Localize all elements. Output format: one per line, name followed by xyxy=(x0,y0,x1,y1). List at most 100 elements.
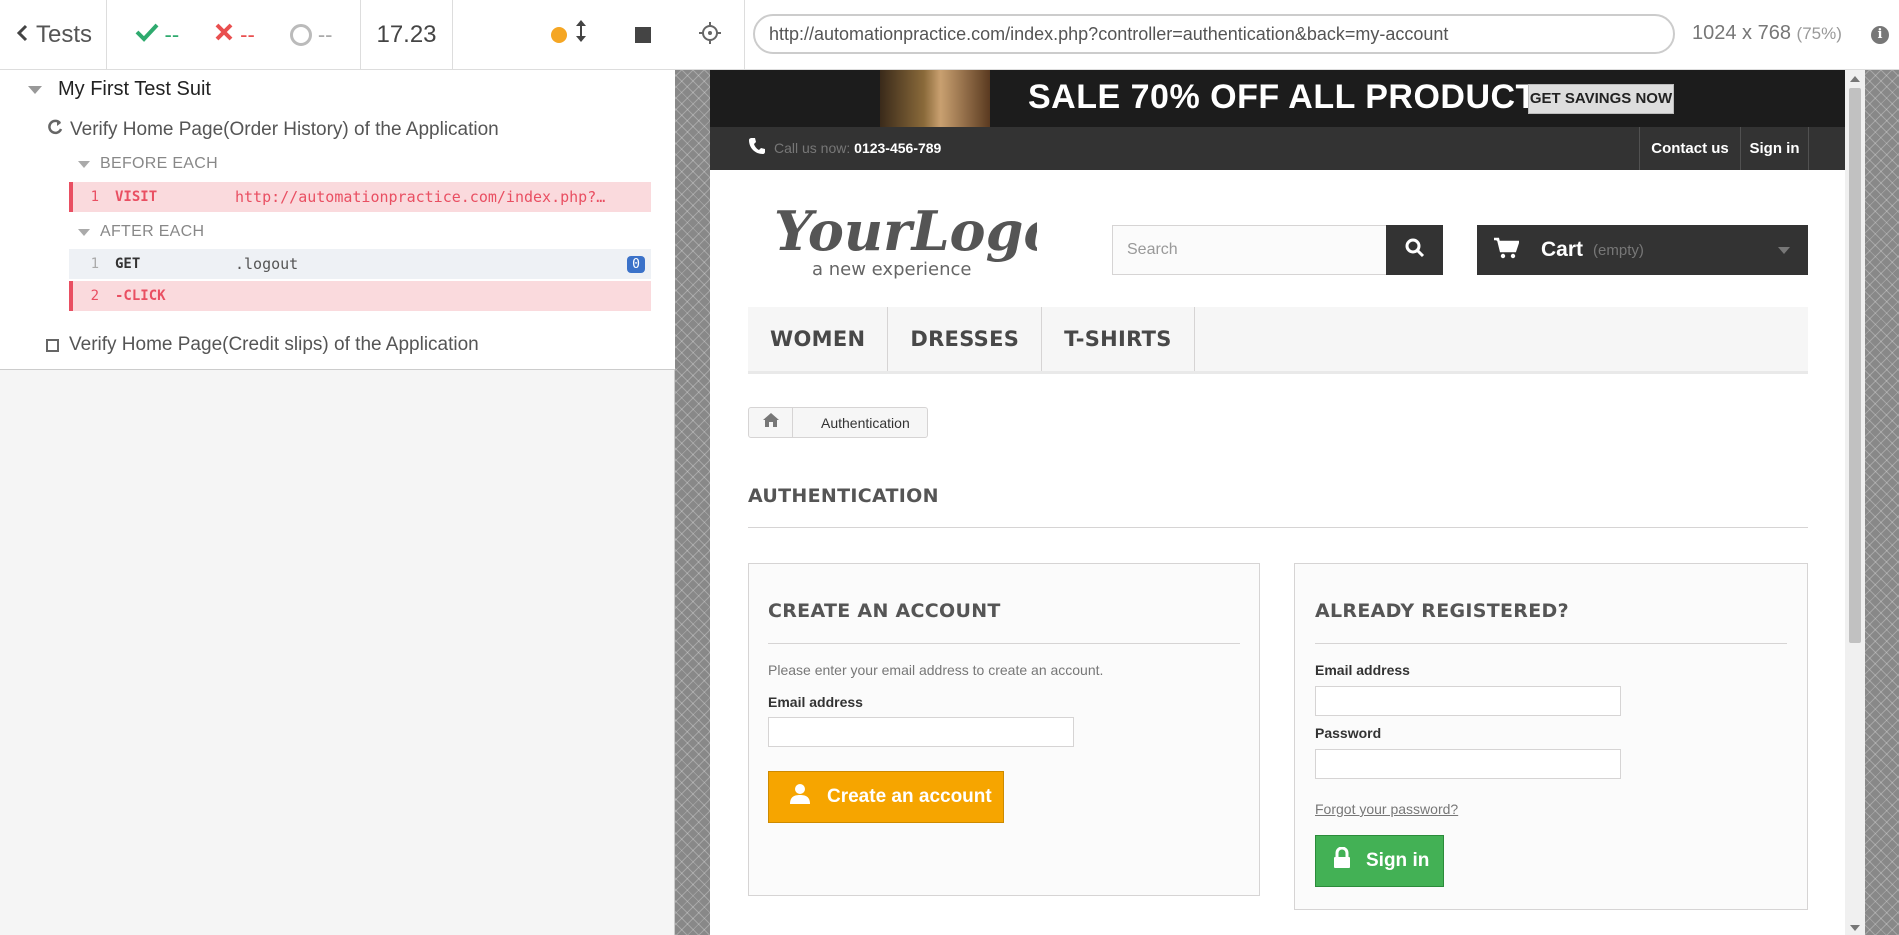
cross-icon xyxy=(214,22,234,48)
menu-item-tshirts[interactable]: T-SHIRTS xyxy=(1042,307,1195,371)
login-email-field[interactable] xyxy=(1315,686,1621,716)
email-label: Email address xyxy=(1315,662,1410,678)
collapse-caret-icon xyxy=(28,85,42,94)
create-account-button-label: Create an account xyxy=(827,786,992,807)
suite-title-text: My First Test Suit xyxy=(58,78,211,100)
phone-icon xyxy=(748,137,766,161)
call-us: Call us now: 0123-456-789 xyxy=(774,140,941,156)
cart-status: (empty) xyxy=(1593,241,1644,259)
sign-in-button-label: Sign in xyxy=(1366,850,1430,871)
duration: 17.23 xyxy=(361,0,453,69)
already-registered-title: ALREADY REGISTERED? xyxy=(1315,600,1569,622)
viewport-size: 1024 x 768 (75%) xyxy=(1692,22,1842,45)
divider xyxy=(748,527,1808,528)
auto-scroll-toggle-icon[interactable] xyxy=(575,19,587,50)
test-title-running[interactable]: Verify Home Page(Order History) of the A… xyxy=(46,118,499,142)
app-under-test-frame: SALE 70% OFF ALL PRODUCTS GET SAVINGS NO… xyxy=(710,70,1845,935)
logo-text: YourLogo xyxy=(774,199,1037,263)
pending-circle-icon xyxy=(289,23,312,46)
after-each-hook[interactable]: AFTER EACH xyxy=(78,223,204,241)
phone-number: 0123-456-789 xyxy=(854,140,942,156)
search-input[interactable]: Search xyxy=(1112,225,1388,275)
element-count-badge: 0 xyxy=(627,255,645,273)
crosshair-icon xyxy=(698,21,722,50)
failed-count: -- xyxy=(240,21,255,47)
test-title-pending[interactable]: Verify Home Page(Credit slips) of the Ap… xyxy=(46,334,479,356)
menu-item-dresses[interactable]: DRESSES xyxy=(888,307,1043,371)
stop-button[interactable] xyxy=(635,26,651,43)
scrollbar-thumb[interactable] xyxy=(1849,88,1861,643)
lock-icon xyxy=(1332,846,1352,875)
test-title-text: Verify Home Page(Credit slips) of the Ap… xyxy=(69,334,479,355)
cart-block[interactable]: Cart (empty) xyxy=(1477,225,1808,275)
forgot-password-link[interactable]: Forgot your password? xyxy=(1315,801,1458,817)
sign-in-link[interactable]: Sign in xyxy=(1740,127,1809,170)
create-email-field[interactable] xyxy=(768,717,1074,747)
runner-controls xyxy=(453,0,675,69)
email-label: Email address xyxy=(768,694,863,710)
pending-square-icon xyxy=(46,338,59,352)
command-number: 1 xyxy=(90,189,99,205)
command-row[interactable]: 2 -CLICK xyxy=(69,281,651,311)
command-name: GET xyxy=(115,256,141,272)
chevron-down-icon xyxy=(1778,247,1790,254)
collapse-caret-icon xyxy=(78,160,90,168)
suite-title[interactable]: My First Test Suit xyxy=(28,78,211,101)
tests-label: Tests xyxy=(36,20,93,48)
passed-stat: -- xyxy=(135,21,180,48)
command-name: -CLICK xyxy=(115,288,166,304)
divider xyxy=(768,643,1240,644)
search-icon xyxy=(1405,238,1425,263)
runner-header: Tests -- -- -- 17.23 xyxy=(0,0,675,70)
scroll-down-arrow-icon[interactable] xyxy=(1850,925,1860,931)
command-row[interactable]: 1 GET .logout 0 xyxy=(69,249,651,279)
command-row[interactable]: 1 VISIT http://automationpractice.com/in… xyxy=(69,182,651,212)
test-stats: -- -- -- xyxy=(107,0,361,69)
breadcrumb-current: Authentication xyxy=(821,414,910,431)
page-heading: AUTHENTICATION xyxy=(748,485,939,507)
user-icon xyxy=(789,783,811,811)
chevron-left-icon xyxy=(16,22,28,48)
running-indicator-icon xyxy=(551,26,567,43)
selector-playground-button[interactable] xyxy=(675,0,745,70)
viewport-dimensions: 1024 x 768 xyxy=(1692,22,1791,44)
site-logo[interactable]: YourLogo a new experience xyxy=(772,195,1059,280)
contact-us-link[interactable]: Contact us xyxy=(1639,127,1740,170)
breadcrumb-home[interactable] xyxy=(749,408,793,437)
before-each-hook[interactable]: BEFORE EACH xyxy=(78,155,218,173)
sign-in-button[interactable]: Sign in xyxy=(1315,835,1444,887)
create-account-button[interactable]: Create an account xyxy=(768,771,1004,823)
scroll-up-arrow-icon[interactable] xyxy=(1850,76,1860,82)
hook-label: AFTER EACH xyxy=(100,223,205,240)
divider xyxy=(1315,643,1787,644)
create-account-title: CREATE AN ACCOUNT xyxy=(768,600,1001,622)
test-title-text: Verify Home Page(Order History) of the A… xyxy=(70,119,499,140)
home-icon xyxy=(762,412,780,433)
pending-stat: -- xyxy=(289,21,333,48)
create-account-note: Please enter your email address to creat… xyxy=(768,662,1104,678)
command-log: My First Test Suit Verify Home Page(Orde… xyxy=(0,70,675,370)
viewport-scale: (75%) xyxy=(1796,24,1842,43)
info-icon[interactable]: i xyxy=(1871,26,1889,44)
passed-count: -- xyxy=(164,21,180,47)
pending-count: -- xyxy=(317,21,333,47)
running-spinner-icon xyxy=(46,118,64,142)
get-savings-button[interactable]: GET SAVINGS NOW xyxy=(1528,84,1674,114)
test-runner-panel: Tests -- -- -- 17.23 My First Test Suit … xyxy=(0,0,675,935)
command-message: .logout xyxy=(235,255,299,273)
tests-back-button[interactable]: Tests xyxy=(0,0,107,69)
logo-tagline: a new experience xyxy=(812,259,971,280)
hook-label: BEFORE EACH xyxy=(100,155,218,172)
main-menu: WOMEN DRESSES T-SHIRTS xyxy=(748,307,1808,374)
password-field[interactable] xyxy=(1315,749,1621,779)
search-button[interactable] xyxy=(1386,225,1443,275)
aut-scrollbar[interactable] xyxy=(1845,70,1865,935)
cart-label: Cart xyxy=(1541,238,1584,261)
call-us-label: Call us now: xyxy=(774,140,851,156)
aut-header: http://automationpractice.com/index.php?… xyxy=(675,0,1899,70)
cart-icon xyxy=(1493,237,1520,264)
breadcrumb: Authentication xyxy=(748,407,928,438)
url-bar[interactable]: http://automationpractice.com/index.php?… xyxy=(753,14,1675,54)
menu-item-women[interactable]: WOMEN xyxy=(748,307,889,371)
command-number: 2 xyxy=(90,288,99,304)
